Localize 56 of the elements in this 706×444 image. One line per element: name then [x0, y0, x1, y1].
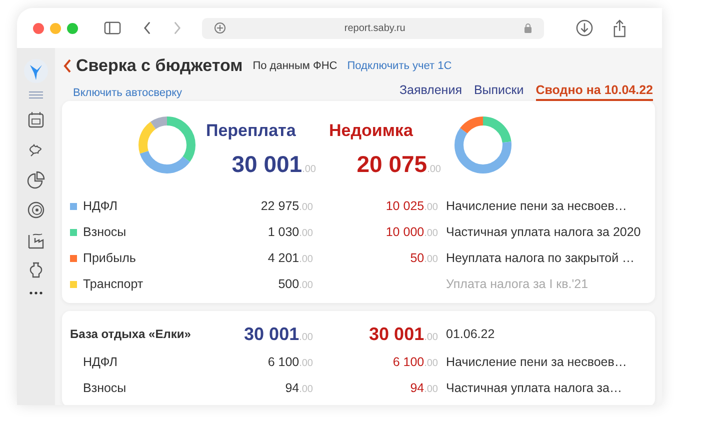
overpayment-amount: 22 975.00: [260, 199, 313, 213]
overpayment-title: Переплата: [206, 121, 296, 141]
description-text: Начисление пени за несвоев…: [446, 355, 627, 369]
autocheck-link[interactable]: Включить автосверку: [73, 87, 182, 101]
tax-label: НДФЛ: [83, 199, 119, 213]
sidebar-toggle-icon[interactable]: [104, 21, 121, 35]
back-icon[interactable]: [63, 58, 71, 72]
tab[interactable]: Выписки: [474, 83, 524, 101]
description-text: Частичная уплата налога за 2020: [446, 225, 641, 239]
page-title: Сверка с бюджетом: [76, 56, 243, 76]
arrears-amount: 50.00: [410, 251, 438, 265]
overpayment-amount: 30 001.00: [243, 324, 313, 344]
tax-label: НДФЛ: [82, 355, 119, 369]
factory-icon[interactable]: [27, 231, 45, 249]
disc-icon[interactable]: [27, 201, 45, 219]
source-label: По данным ФНС: [252, 60, 338, 72]
overpayment-total: 30 001.00: [232, 151, 316, 178]
calendar-icon[interactable]: [27, 111, 45, 129]
overpayment-amount: 6 100.00: [266, 355, 313, 369]
back-icon[interactable]: [142, 21, 152, 35]
share-icon[interactable]: [612, 18, 626, 38]
overpayment-amount: 94.00: [284, 381, 313, 395]
arrears-amount: 30 001.00: [368, 324, 438, 344]
address-bar[interactable]: report.saby.ru: [202, 18, 544, 38]
tab[interactable]: Заявления: [399, 83, 462, 101]
more-icon[interactable]: [29, 291, 43, 295]
close-window-icon[interactable]: [33, 22, 44, 34]
description-text: Уплата налога за I кв.'21: [446, 277, 588, 291]
description-text: Неуплата налога по закрытой …: [446, 251, 635, 265]
url-text: report.saby.ru: [343, 22, 406, 34]
arrears-total: 20 075.00: [356, 151, 441, 178]
tax-label: Прибыль: [83, 251, 137, 265]
arrears-amount: 94.00: [409, 381, 438, 395]
overpayment-amount: 4 201.00: [266, 251, 313, 265]
arrears-amount: 10 025.00: [386, 199, 438, 213]
description-text: Частичная уплата налога за…: [446, 381, 622, 395]
tax-label: Транспорт: [83, 277, 144, 291]
arrears-title: Недоимка: [329, 121, 413, 141]
tax-label: Взносы: [83, 225, 128, 239]
tax-label: Взносы: [82, 381, 128, 395]
arrears-amount: 10 000.00: [386, 225, 438, 239]
organization-name: База отдыха «Елки»: [70, 327, 192, 341]
date-text: 01.06.22: [446, 327, 495, 341]
lock-icon: [524, 23, 532, 33]
download-icon[interactable]: [576, 19, 593, 37]
description-text: Начисление пени за несвоев…: [446, 199, 627, 213]
vase-icon[interactable]: [27, 261, 45, 279]
donut-chart-drawing: [138, 116, 196, 174]
arrears-amount: 6 100.00: [392, 355, 438, 369]
overpayment-amount: 1 030.00: [266, 225, 313, 239]
pie-chart-icon[interactable]: [27, 171, 45, 189]
overpayment-amount: 500.00: [277, 277, 313, 291]
logo-icon[interactable]: [24, 59, 48, 83]
connect-link[interactable]: Подключить учет 1С: [347, 60, 452, 72]
donut-chart-drawing: [454, 116, 512, 174]
add-tab-icon[interactable]: [214, 22, 226, 34]
